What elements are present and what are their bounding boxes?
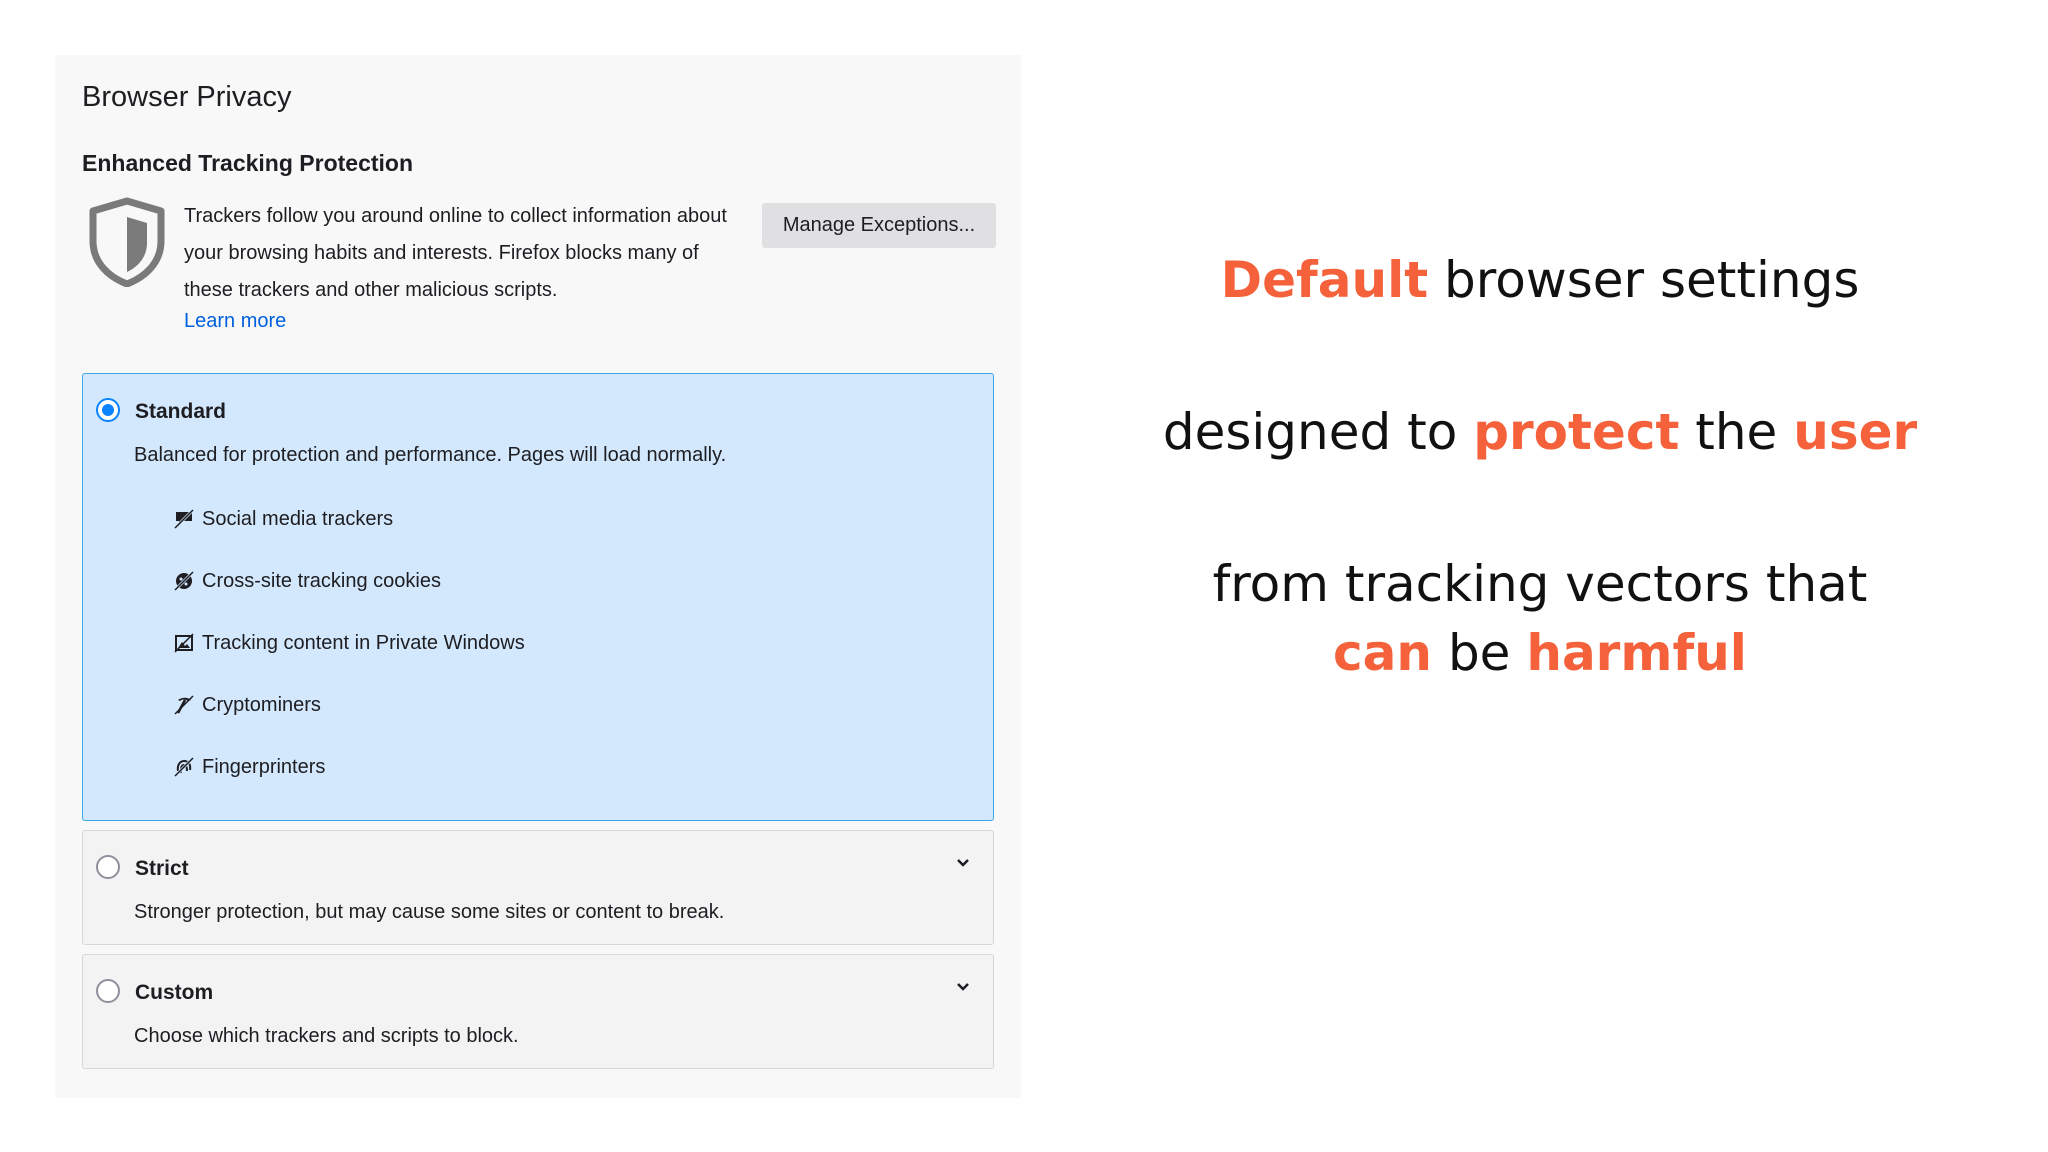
- section-heading: Enhanced Tracking Protection: [82, 150, 414, 176]
- cryptominer-icon: [174, 695, 194, 715]
- standard-label: Standard: [135, 400, 227, 423]
- cookie-icon: [173, 570, 195, 592]
- tracker-label: Fingerprinters: [202, 755, 326, 778]
- strict-label: Strict: [135, 857, 189, 880]
- privacy-settings-panel: Browser Privacy Enhanced Tracking Protec…: [55, 55, 1021, 1098]
- headline-word-user: user: [1793, 403, 1918, 461]
- tracking-content-icon: [174, 633, 194, 653]
- tracker-label: Cross-site tracking cookies: [202, 569, 441, 592]
- custom-radio[interactable]: [96, 979, 120, 1003]
- headline-word-can: can: [1333, 624, 1433, 682]
- headline-text: from tracking vectors that: [1212, 555, 1868, 613]
- headline-word-harmful: harmful: [1526, 624, 1747, 682]
- custom-label: Custom: [135, 981, 214, 1004]
- headline-text: browser settings: [1444, 251, 1860, 309]
- fingerprint-icon: [173, 756, 195, 778]
- tracker-item: Tracking content in Private Windows: [173, 630, 525, 656]
- headline-word-protect: protect: [1473, 403, 1680, 461]
- strict-radio[interactable]: [96, 855, 120, 879]
- option-strict[interactable]: Strict Stronger protection, but may caus…: [82, 830, 994, 945]
- social-tracker-icon: [173, 508, 195, 530]
- shield-icon: [89, 197, 165, 287]
- panel-title: Browser Privacy: [82, 81, 292, 113]
- standard-description: Balanced for protection and performance.…: [134, 444, 727, 466]
- custom-description: Choose which trackers and scripts to blo…: [134, 1025, 519, 1047]
- headline-text: the: [1695, 403, 1778, 461]
- standard-radio[interactable]: [96, 398, 120, 422]
- headline-text: designed to: [1162, 403, 1458, 461]
- headline-line-3: from tracking vectors that: [1110, 550, 1970, 618]
- headline-line-2: designed to protect the user: [1110, 398, 1970, 466]
- tracker-item: Social media trackers: [173, 506, 393, 532]
- learn-more-link[interactable]: Learn more: [184, 310, 286, 333]
- tracker-item: Cryptominers: [173, 692, 321, 718]
- headline-text: be: [1447, 624, 1511, 682]
- tracker-label: Tracking content in Private Windows: [202, 631, 525, 654]
- option-standard[interactable]: Standard Balanced for protection and per…: [82, 373, 994, 821]
- tracker-label: Cryptominers: [202, 693, 321, 716]
- manage-exceptions-button[interactable]: Manage Exceptions...: [762, 203, 996, 248]
- tracker-item: Cross-site tracking cookies: [173, 568, 441, 594]
- strict-description: Stronger protection, but may cause some …: [134, 901, 725, 923]
- tracker-label: Social media trackers: [202, 507, 394, 530]
- headline-line-1: Default browser settings: [1110, 246, 1970, 314]
- tracker-item: Fingerprinters: [173, 754, 325, 780]
- tracking-description: Trackers follow you around online to col…: [184, 205, 727, 301]
- headline-line-4: can be harmful: [1110, 619, 1970, 687]
- chevron-down-icon[interactable]: [955, 855, 971, 871]
- headline-word-default: Default: [1220, 251, 1429, 309]
- option-custom[interactable]: Custom Choose which trackers and scripts…: [82, 954, 994, 1069]
- chevron-down-icon[interactable]: [955, 979, 971, 995]
